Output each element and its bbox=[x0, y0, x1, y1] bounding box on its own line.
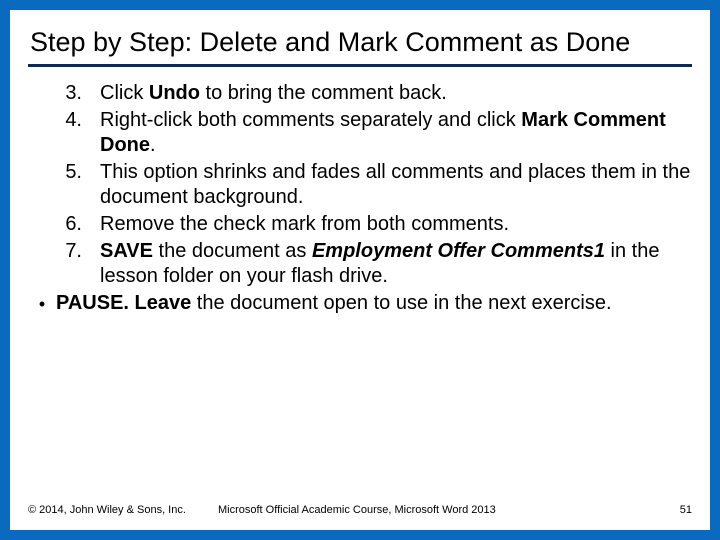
slide-title: Step by Step: Delete and Mark Comment as… bbox=[30, 26, 690, 58]
list-item: 3. Click Undo to bring the comment back. bbox=[28, 81, 692, 106]
step-text: Right-click both comments separately and… bbox=[100, 108, 692, 158]
bullet-icon: • bbox=[28, 291, 56, 316]
step-text: SAVE the document as Employment Offer Co… bbox=[100, 239, 692, 289]
step-number: 3. bbox=[28, 81, 100, 106]
slide-content: 3. Click Undo to bring the comment back.… bbox=[28, 81, 692, 316]
slide: Step by Step: Delete and Mark Comment as… bbox=[0, 0, 720, 540]
list-item: 4. Right-click both comments separately … bbox=[28, 108, 692, 158]
step-text: Remove the check mark from both comments… bbox=[100, 212, 692, 237]
list-item: 7. SAVE the document as Employment Offer… bbox=[28, 239, 692, 289]
list-item: 6. Remove the check mark from both comme… bbox=[28, 212, 692, 237]
footer-left: © 2014, John Wiley & Sons, Inc. bbox=[28, 504, 186, 516]
title-rule bbox=[28, 64, 692, 67]
footer-mid: Microsoft Official Academic Course, Micr… bbox=[218, 504, 496, 516]
step-number: 4. bbox=[28, 108, 100, 133]
step-number: 5. bbox=[28, 160, 100, 185]
slide-footer: © 2014, John Wiley & Sons, Inc. Microsof… bbox=[28, 504, 692, 516]
footer-page-number: 51 bbox=[680, 504, 692, 516]
step-text: This option shrinks and fades all commen… bbox=[100, 160, 692, 210]
step-text: Click Undo to bring the comment back. bbox=[100, 81, 692, 106]
step-number: 7. bbox=[28, 239, 100, 264]
pause-text: PAUSE. Leave the document open to use in… bbox=[56, 291, 692, 316]
list-item: 5. This option shrinks and fades all com… bbox=[28, 160, 692, 210]
step-number: 6. bbox=[28, 212, 100, 237]
step-list: 3. Click Undo to bring the comment back.… bbox=[28, 81, 692, 289]
pause-row: • PAUSE. Leave the document open to use … bbox=[28, 291, 692, 316]
